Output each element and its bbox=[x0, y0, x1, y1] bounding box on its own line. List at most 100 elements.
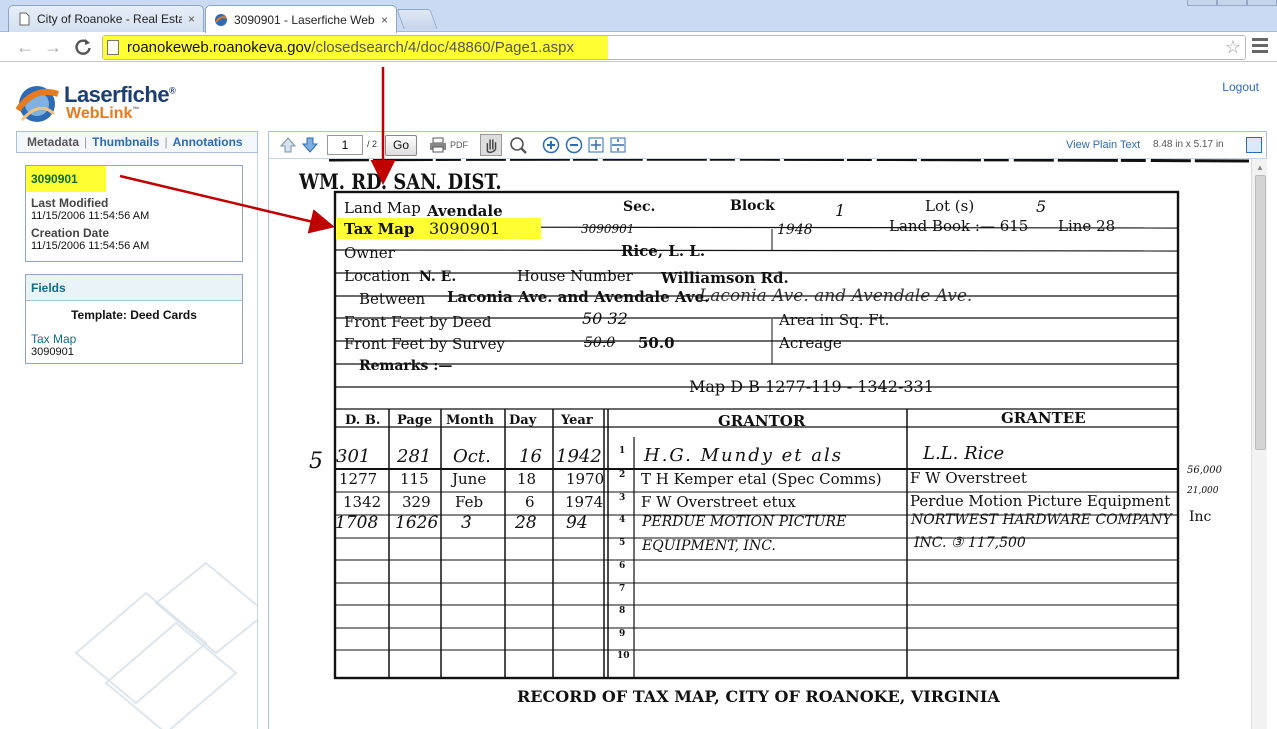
fit-width-icon[interactable] bbox=[609, 136, 627, 154]
go-button[interactable]: Go bbox=[385, 135, 417, 156]
fit-page-icon[interactable] bbox=[587, 136, 605, 154]
bookmark-star-icon[interactable]: ☆ bbox=[1225, 37, 1241, 58]
between-value: Laconia Ave. and Avendale Ave. bbox=[447, 288, 710, 306]
col-header-db: D. B. bbox=[345, 413, 381, 428]
district-heading: WM. RD. SAN. DIST. bbox=[299, 169, 502, 194]
front-deed-value: 50 32 bbox=[582, 309, 628, 328]
lot-value: 5 bbox=[1036, 197, 1047, 216]
margin-row-number: 5 bbox=[309, 449, 323, 474]
front-survey-label: Front Feet by Survey bbox=[344, 335, 505, 353]
metadata-sidebar: 3090901 Last Modified 11/15/2006 11:54:5… bbox=[16, 153, 258, 729]
laserfiche-logo-icon bbox=[15, 86, 59, 122]
previous-page-icon[interactable] bbox=[279, 136, 297, 154]
line-label: Line 28 bbox=[1058, 217, 1116, 235]
deed-card-grid bbox=[328, 159, 1249, 680]
back-icon[interactable]: ← bbox=[14, 36, 36, 58]
menu-icon[interactable] bbox=[1252, 38, 1268, 56]
pdf-export-button[interactable]: PDF bbox=[450, 140, 468, 150]
block-label: Block bbox=[730, 198, 775, 214]
url-host: roanokeweb.roanokeva.gov bbox=[127, 39, 312, 56]
zoom-in-icon[interactable] bbox=[542, 136, 560, 154]
panel-tabs: Metadata | Thumbnails | Annotations bbox=[16, 131, 258, 153]
document-name[interactable]: 3090901 bbox=[26, 166, 106, 192]
block-value: 1 bbox=[835, 201, 846, 220]
zoom-out-icon[interactable] bbox=[565, 136, 583, 154]
owner-value: Rice, L. L. bbox=[621, 242, 706, 260]
viewer-scrollbar[interactable]: ▲ bbox=[1251, 159, 1267, 729]
col-header-page: Page bbox=[397, 413, 433, 428]
pan-hand-icon[interactable] bbox=[480, 134, 502, 156]
location-label: Location bbox=[344, 267, 410, 285]
reload-icon[interactable] bbox=[72, 36, 94, 58]
owner-label: Owner bbox=[344, 244, 395, 262]
url-text: roanokeweb.roanokeva.gov/closedsearch/4/… bbox=[127, 39, 574, 56]
margin-note: 56,000 bbox=[1187, 465, 1222, 476]
tax-map-label: Tax Map bbox=[344, 220, 415, 238]
zoom-region-icon[interactable] bbox=[507, 136, 529, 154]
area-label: Area in Sq. Ft. bbox=[779, 311, 890, 329]
page-total: / 2 bbox=[367, 139, 378, 149]
browser-toolbar: ← → roanokeweb.roanokeva.gov/closedsearc… bbox=[0, 32, 1277, 62]
tab-title: 3090901 - Laserfiche WebL bbox=[234, 12, 375, 27]
expand-icon[interactable] bbox=[1246, 137, 1262, 153]
margin-note: 21,000 bbox=[1187, 486, 1219, 496]
logout-link[interactable]: Logout bbox=[1222, 80, 1259, 94]
fields-card: Fields Template: Deed Cards Tax Map 3090… bbox=[25, 274, 243, 364]
close-window-button[interactable] bbox=[1247, 0, 1277, 6]
card-footer-title: RECORD OF TAX MAP, CITY OF ROANOKE, VIRG… bbox=[517, 687, 1000, 706]
page-size-label: 8.48 in x 5.17 in bbox=[1153, 139, 1224, 150]
documents-watermark-icon bbox=[74, 561, 257, 729]
tax-map-handwritten: 3090901 bbox=[581, 222, 635, 236]
deed-card-scan: WM. RD. SAN. DIST. Land Map Avendale Sec… bbox=[269, 159, 1249, 729]
col-header-day: Day bbox=[509, 413, 537, 428]
field-label: Tax Map bbox=[31, 332, 77, 346]
tab-annotations[interactable]: Annotations bbox=[173, 135, 243, 149]
creation-date-label: Creation Date bbox=[31, 226, 110, 240]
col-header-grantee: GRANTEE bbox=[1001, 409, 1086, 427]
last-modified-value: 11/15/2006 11:54:56 AM bbox=[31, 210, 150, 222]
forward-icon[interactable]: → bbox=[42, 36, 64, 58]
tab-thumbnails[interactable]: Thumbnails bbox=[92, 135, 159, 149]
front-deed-label: Front Feet by Deed bbox=[344, 313, 492, 331]
tab-close-icon[interactable]: × bbox=[188, 12, 195, 26]
field-value: 3090901 bbox=[31, 346, 74, 358]
tax-map-value: 3090901 bbox=[429, 219, 501, 238]
col-header-year: Year bbox=[561, 413, 593, 428]
next-page-icon[interactable] bbox=[301, 136, 319, 154]
col-header-month: Month bbox=[446, 413, 494, 428]
template-name: Template: Deed Cards bbox=[71, 308, 197, 322]
window-controls bbox=[1187, 0, 1277, 6]
print-icon[interactable] bbox=[429, 136, 447, 154]
house-number-label: House Number bbox=[517, 267, 633, 285]
logo-subtitle: WebLink™ bbox=[66, 105, 140, 122]
house-number-value: Williamson Rd. bbox=[661, 269, 789, 287]
front-survey-handwritten: 50.0 bbox=[584, 335, 616, 351]
lot-label: Lot (s) bbox=[925, 197, 975, 215]
acreage-label: Acreage bbox=[779, 334, 842, 352]
land-map-label: Land Map bbox=[344, 199, 421, 217]
land-book-label: Land Book :— 615 bbox=[889, 217, 1029, 235]
tab-laserfiche-weblink[interactable]: 3090901 - Laserfiche WebL × bbox=[205, 5, 397, 33]
maximize-button[interactable] bbox=[1217, 0, 1247, 6]
tab-title: City of Roanoke - Real Esta bbox=[37, 12, 182, 26]
between-handwritten: Laconia Ave. and Avendale Ave. bbox=[699, 286, 973, 306]
new-tab-button[interactable] bbox=[396, 9, 438, 29]
last-modified-label: Last Modified bbox=[31, 196, 109, 210]
minimize-button[interactable] bbox=[1187, 0, 1217, 6]
laserfiche-favicon-icon bbox=[215, 13, 227, 26]
tab-metadata[interactable]: Metadata bbox=[27, 135, 79, 149]
tab-city-of-roanoke[interactable]: City of Roanoke - Real Esta × bbox=[8, 5, 204, 32]
tab-close-icon[interactable]: × bbox=[381, 13, 388, 27]
fields-header: Fields bbox=[26, 275, 242, 301]
document-viewer[interactable]: WM. RD. SAN. DIST. Land Map Avendale Sec… bbox=[268, 159, 1267, 729]
scroll-thumb[interactable] bbox=[1255, 175, 1266, 450]
browser-tab-strip: City of Roanoke - Real Esta × 3090901 - … bbox=[0, 0, 1277, 33]
page-number-input[interactable]: 1 bbox=[327, 135, 363, 155]
address-bar[interactable]: roanokeweb.roanokeva.gov/closedsearch/4/… bbox=[102, 35, 1246, 60]
remarks-label: Remarks :— bbox=[359, 358, 453, 374]
view-plain-text-link[interactable]: View Plain Text bbox=[1066, 139, 1140, 151]
viewer-toolbar: 1 / 2 Go PDF View Plain Text 8.48 in x 5… bbox=[268, 131, 1267, 159]
scroll-up-icon[interactable]: ▲ bbox=[1256, 163, 1264, 172]
year-handwritten: 1948 bbox=[777, 222, 813, 238]
sec-label: Sec. bbox=[623, 199, 656, 215]
